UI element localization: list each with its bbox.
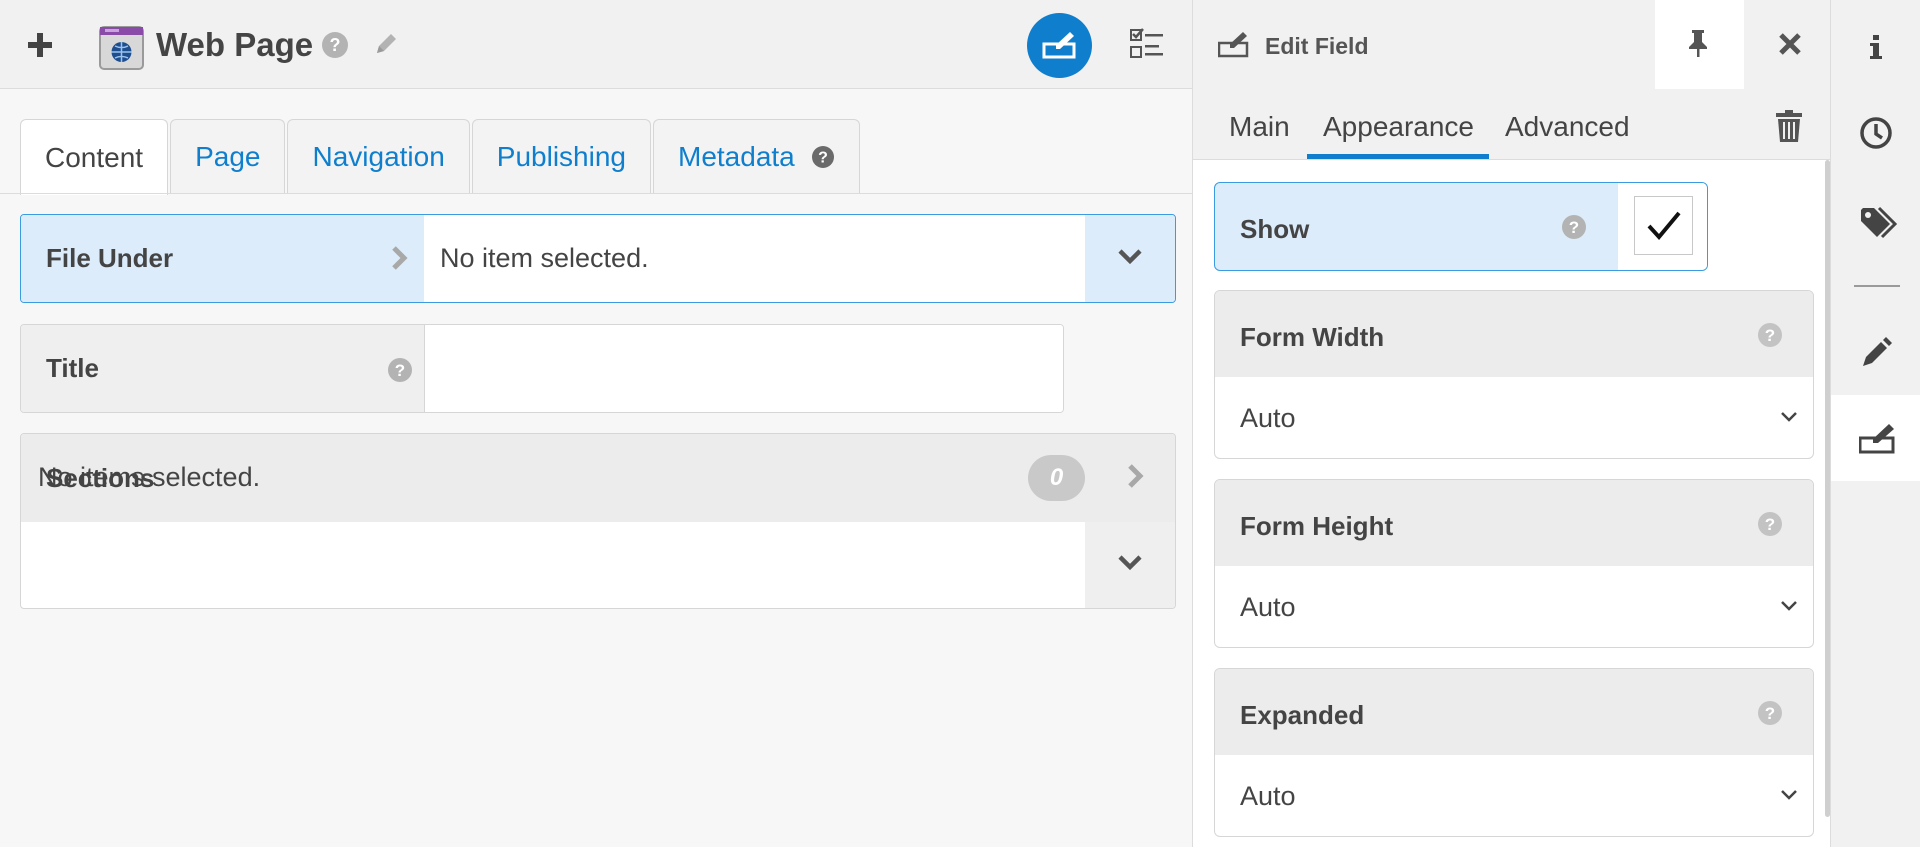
tab-appearance[interactable]: Appearance bbox=[1323, 111, 1474, 143]
help-icon[interactable]: ? bbox=[387, 357, 413, 383]
form-height-header: Form Height ? bbox=[1215, 480, 1813, 566]
sidebar-divider bbox=[1854, 285, 1900, 287]
file-under-label: File Under bbox=[21, 215, 424, 302]
tab-metadata-label: Metadata bbox=[678, 141, 795, 172]
editor-toolbar: Web Page ? bbox=[0, 0, 1192, 89]
file-under-field[interactable]: File Under No item selected. bbox=[20, 214, 1176, 303]
chevron-down-icon bbox=[1781, 790, 1797, 800]
info-icon bbox=[1870, 35, 1882, 59]
show-checkbox[interactable] bbox=[1634, 196, 1693, 255]
title-field: Title ? bbox=[20, 324, 1064, 413]
panel-body: Show ? Form Width ? Auto Form Height ? A… bbox=[1193, 160, 1831, 847]
content-tabs: Content Page Navigation Publishing Metad… bbox=[20, 119, 862, 195]
delete-button[interactable] bbox=[1775, 109, 1803, 143]
sections-dropdown-button[interactable] bbox=[1085, 522, 1175, 608]
form-width-field: Form Width ? Auto bbox=[1214, 290, 1814, 459]
pin-icon bbox=[1689, 30, 1707, 57]
close-icon bbox=[1779, 33, 1801, 55]
file-under-value: No item selected. bbox=[440, 243, 649, 273]
help-icon[interactable]: ? bbox=[321, 31, 349, 59]
tab-navigation[interactable]: Navigation bbox=[287, 119, 470, 194]
rename-pencil-icon[interactable] bbox=[373, 31, 399, 57]
tags-icon bbox=[1861, 206, 1897, 239]
plus-icon bbox=[28, 33, 52, 57]
tab-metadata[interactable]: Metadata ? bbox=[653, 119, 860, 194]
chevron-down-icon bbox=[1118, 249, 1142, 265]
page-title: Web Page bbox=[156, 26, 314, 63]
chevron-down-icon bbox=[1118, 555, 1142, 571]
tags-button[interactable] bbox=[1831, 180, 1920, 266]
svg-text:?: ? bbox=[395, 361, 405, 380]
form-height-label: Form Height bbox=[1240, 511, 1394, 541]
form-height-select[interactable]: Auto bbox=[1215, 566, 1813, 647]
edit-field-panel: Edit Field Main Appearance Advanced Show… bbox=[1192, 0, 1831, 847]
add-button[interactable] bbox=[26, 31, 54, 59]
title-label: Title bbox=[21, 325, 424, 412]
show-label: Show bbox=[1240, 214, 1310, 244]
edit-button[interactable] bbox=[1831, 310, 1920, 396]
svg-text:?: ? bbox=[1765, 515, 1775, 534]
help-icon[interactable]: ? bbox=[1561, 214, 1587, 240]
form-width-label: Form Width bbox=[1240, 322, 1385, 352]
sections-field: Sections No items selected. 0 bbox=[20, 433, 1176, 609]
edit-field-icon bbox=[1859, 424, 1895, 454]
edit-field-icon bbox=[1218, 30, 1250, 58]
chevron-down-icon bbox=[1781, 601, 1797, 611]
show-field: Show ? bbox=[1214, 182, 1708, 271]
form-width-header: Form Width ? bbox=[1215, 291, 1813, 377]
tab-divider bbox=[0, 193, 1192, 194]
pin-button[interactable] bbox=[1655, 0, 1744, 89]
svg-text:?: ? bbox=[1569, 218, 1579, 237]
edit-mode-icon bbox=[1042, 32, 1076, 59]
form-width-select[interactable]: Auto bbox=[1215, 377, 1813, 458]
tab-page[interactable]: Page bbox=[170, 119, 286, 194]
panel-tabs: Main Appearance Advanced bbox=[1193, 89, 1831, 160]
svg-text:?: ? bbox=[818, 150, 828, 167]
sections-value: No items selected. bbox=[38, 462, 261, 492]
title-input[interactable] bbox=[424, 325, 1063, 412]
expanded-header: Expanded ? bbox=[1215, 669, 1813, 755]
tab-publishing[interactable]: Publishing bbox=[471, 119, 651, 194]
form-height-field: Form Height ? Auto bbox=[1214, 479, 1814, 648]
expanded-select[interactable]: Auto bbox=[1215, 755, 1813, 836]
chevron-right-icon bbox=[391, 245, 409, 271]
form-width-value: Auto bbox=[1240, 403, 1296, 433]
help-icon[interactable]: ? bbox=[1757, 511, 1783, 537]
show-checkbox-cell bbox=[1618, 183, 1707, 270]
expanded-value: Auto bbox=[1240, 781, 1296, 811]
checklist-button[interactable] bbox=[1130, 28, 1164, 60]
history-icon bbox=[1860, 117, 1892, 149]
tab-advanced[interactable]: Advanced bbox=[1505, 111, 1630, 143]
trash-icon bbox=[1776, 110, 1802, 142]
svg-text:?: ? bbox=[1765, 704, 1775, 723]
svg-text:?: ? bbox=[330, 35, 341, 55]
active-tab-indicator bbox=[1307, 154, 1489, 159]
pencil-icon bbox=[1863, 337, 1892, 366]
help-icon[interactable]: ? bbox=[1757, 700, 1783, 726]
right-sidebar bbox=[1830, 0, 1920, 847]
info-button[interactable] bbox=[1831, 3, 1920, 89]
chevron-right-icon bbox=[1127, 463, 1145, 489]
web-page-type-icon bbox=[99, 25, 144, 70]
help-icon[interactable]: ? bbox=[1757, 322, 1783, 348]
checklist-icon bbox=[1130, 28, 1163, 58]
panel-header: Edit Field bbox=[1193, 0, 1831, 89]
content-editor: Web Page ? Content Page Navigation Publi… bbox=[0, 0, 1192, 847]
form-height-value: Auto bbox=[1240, 592, 1296, 622]
expanded-field: Expanded ? Auto bbox=[1214, 668, 1814, 837]
chevron-down-icon bbox=[1781, 412, 1797, 422]
history-button[interactable] bbox=[1831, 90, 1920, 176]
edit-field-button[interactable] bbox=[1831, 395, 1920, 481]
tab-main[interactable]: Main bbox=[1229, 111, 1290, 143]
close-button[interactable] bbox=[1775, 29, 1805, 59]
expanded-label: Expanded bbox=[1240, 700, 1365, 730]
tab-content[interactable]: Content bbox=[20, 119, 169, 195]
svg-text:?: ? bbox=[1765, 326, 1775, 345]
checkmark-icon bbox=[1647, 211, 1681, 241]
sections-count-badge: 0 bbox=[1028, 455, 1085, 501]
help-icon[interactable]: ? bbox=[811, 145, 835, 169]
file-under-dropdown-button[interactable] bbox=[1085, 215, 1175, 302]
edit-mode-button[interactable] bbox=[1027, 13, 1092, 78]
panel-title: Edit Field bbox=[1265, 33, 1369, 59]
